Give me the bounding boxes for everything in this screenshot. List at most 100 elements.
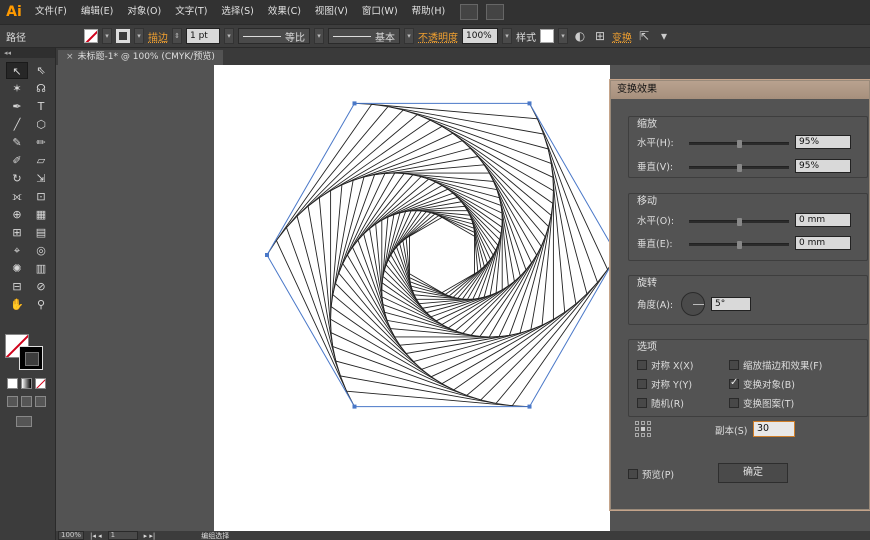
perspective-grid-tool-icon[interactable]: ▦ (30, 206, 52, 223)
brush-dropdown[interactable]: ▾ (404, 28, 414, 44)
menu-file[interactable]: 文件(F) (28, 0, 74, 24)
hand-tool-icon[interactable]: ✋ (6, 296, 28, 313)
preview-checkbox[interactable] (628, 469, 638, 479)
preview-option[interactable]: 预览(P) (628, 467, 674, 481)
scale-h-knob[interactable] (737, 140, 742, 148)
recolor-icon[interactable]: ◐ (572, 28, 588, 44)
stroke-weight-stepper[interactable]: ⇕ (172, 28, 182, 44)
ref-point-icon[interactable] (647, 427, 651, 431)
draw-normal-icon[interactable] (7, 396, 18, 407)
bridge-icon[interactable] (460, 4, 479, 20)
document-tab[interactable]: × 未标题-1* @ 100% (CMYK/预览) (58, 50, 223, 65)
transform-objects-checkbox[interactable] (729, 377, 739, 389)
stroke-label[interactable]: 描边 (148, 29, 168, 44)
move-v-field[interactable]: 0 mm (795, 236, 851, 250)
opacity-dropdown[interactable]: ▾ (502, 28, 512, 44)
eyedropper-tool-icon[interactable]: ⌖ (6, 242, 28, 259)
menu-edit[interactable]: 编辑(E) (74, 0, 120, 24)
scale-strokes-option[interactable]: 缩放描边和效果(F) (729, 358, 822, 372)
shape-builder-tool-icon[interactable]: ⊕ (6, 206, 28, 223)
transform-objects-option[interactable]: 变换对象(B) (729, 377, 795, 391)
anchor-point[interactable] (352, 101, 357, 106)
angle-field[interactable]: 5° (711, 297, 751, 311)
variable-width-profile[interactable]: 等比 (238, 28, 310, 44)
nav-next-icon[interactable]: ▸ ▸| (144, 532, 156, 540)
menu-effect[interactable]: 效果(C) (261, 0, 308, 24)
reference-point-locator[interactable] (635, 421, 651, 437)
polygon-tool-icon[interactable]: ⬡ (30, 116, 52, 133)
menu-help[interactable]: 帮助(H) (405, 0, 453, 24)
move-h-knob[interactable] (737, 218, 742, 226)
move-v-knob[interactable] (737, 241, 742, 249)
artboard-tool-icon[interactable]: ⊟ (6, 278, 28, 295)
ref-point-icon[interactable] (635, 427, 639, 431)
menu-select[interactable]: 选择(S) (214, 0, 260, 24)
ref-point-icon[interactable] (635, 433, 639, 437)
draw-behind-icon[interactable] (21, 396, 32, 407)
screen-mode-icon[interactable] (16, 416, 32, 427)
blob-brush-tool-icon[interactable]: ✐ (6, 152, 28, 169)
paintbrush-tool-icon[interactable]: ✎ (6, 134, 28, 151)
reflect-x-option[interactable]: 对称 X(X) (637, 358, 693, 372)
brush-definition[interactable]: 基本 (328, 28, 400, 44)
ref-point-icon[interactable] (647, 421, 651, 425)
menu-object[interactable]: 对象(O) (120, 0, 168, 24)
free-transform-tool-icon[interactable]: ⊡ (30, 188, 52, 205)
panel-grip[interactable]: ◂◂ (0, 48, 55, 58)
style-dropdown[interactable]: ▾ (558, 28, 568, 44)
ref-point-icon[interactable] (641, 427, 645, 431)
reflect-y-checkbox[interactable] (637, 379, 647, 389)
direct-selection-tool-icon[interactable]: ⇖ (30, 62, 52, 79)
gradient-tool-icon[interactable]: ▤ (30, 224, 52, 241)
move-v-slider[interactable] (689, 241, 789, 249)
artboard[interactable] (214, 65, 610, 531)
dialog-title[interactable]: 变换效果 (611, 81, 869, 99)
transform-patterns-option[interactable]: 变换图案(T) (729, 396, 794, 410)
stroke-weight-dropdown[interactable]: ▾ (224, 28, 234, 44)
profile-dropdown[interactable]: ▾ (314, 28, 324, 44)
copies-input[interactable]: 30 (753, 421, 795, 437)
mesh-tool-icon[interactable]: ⊞ (6, 224, 28, 241)
line-tool-icon[interactable]: ╱ (6, 116, 28, 133)
transform-patterns-checkbox[interactable] (729, 398, 739, 408)
menu-view[interactable]: 视图(V) (308, 0, 355, 24)
random-checkbox[interactable] (637, 398, 647, 408)
lasso-tool-icon[interactable]: ☊ (30, 80, 52, 97)
anchor-point[interactable] (265, 253, 269, 257)
pen-tool-icon[interactable]: ✒ (6, 98, 28, 115)
width-tool-icon[interactable]: ⟗ (6, 188, 28, 205)
page-field[interactable]: 1 (107, 531, 138, 540)
move-h-slider[interactable] (689, 218, 789, 226)
column-graph-tool-icon[interactable]: ▥ (30, 260, 52, 277)
symbol-sprayer-tool-icon[interactable]: ✺ (6, 260, 28, 277)
isolate-icon[interactable]: ⇱ (636, 28, 652, 44)
anchor-point[interactable] (527, 404, 532, 409)
stroke-dropdown[interactable]: ▾ (134, 28, 144, 44)
color-mode-icon[interactable] (7, 378, 18, 389)
angle-dial[interactable] (681, 292, 705, 316)
scale-v-knob[interactable] (737, 164, 742, 172)
stroke-color-box[interactable] (19, 346, 43, 370)
eraser-tool-icon[interactable]: ▱ (30, 152, 52, 169)
random-option[interactable]: 随机(R) (637, 396, 684, 410)
scale-h-slider[interactable] (689, 140, 789, 148)
spiral-artwork[interactable] (214, 65, 610, 531)
none-mode-icon[interactable] (35, 378, 46, 389)
arrange-documents-icon[interactable] (486, 4, 505, 20)
scale-strokes-checkbox[interactable] (729, 360, 739, 370)
nav-first-icon[interactable]: |◂ ◂ (90, 532, 102, 540)
pencil-tool-icon[interactable]: ✏ (30, 134, 52, 151)
blend-tool-icon[interactable]: ◎ (30, 242, 52, 259)
scale-tool-icon[interactable]: ⇲ (30, 170, 52, 187)
reflect-x-checkbox[interactable] (637, 360, 647, 370)
zoom-field[interactable]: 100% (58, 531, 85, 540)
rotate-tool-icon[interactable]: ↻ (6, 170, 28, 187)
scale-h-field[interactable]: 95% (795, 135, 851, 149)
scale-v-slider[interactable] (689, 164, 789, 172)
move-h-field[interactable]: 0 mm (795, 213, 851, 227)
opacity-field[interactable]: 100% (462, 28, 498, 44)
style-swatch[interactable] (540, 29, 554, 43)
ref-point-icon[interactable] (647, 433, 651, 437)
close-tab-icon[interactable]: × (66, 52, 74, 62)
slice-tool-icon[interactable]: ⊘ (30, 278, 52, 295)
